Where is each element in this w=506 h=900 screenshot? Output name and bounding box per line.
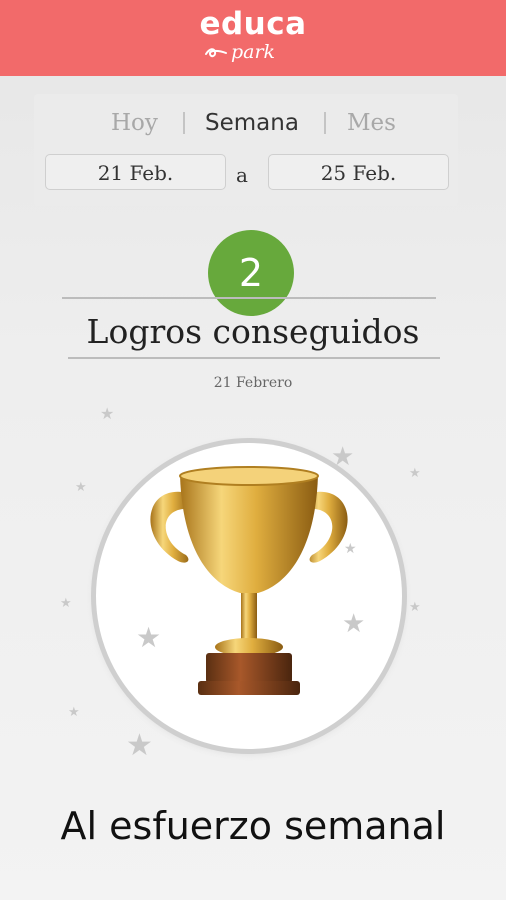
tab-separator — [183, 112, 185, 134]
star-icon: ★ — [409, 600, 421, 615]
title-rule-bottom — [68, 357, 440, 359]
app-logo: educa — [199, 6, 307, 42]
star-icon: ★ — [100, 404, 115, 423]
achievement-caption: Al esfuerzo semanal — [60, 804, 446, 848]
achievement-date: 21 Febrero — [213, 375, 293, 391]
title-rule-top — [62, 297, 436, 299]
date-to-field[interactable]: 25 Feb. — [268, 154, 449, 190]
star-icon: ★ — [60, 596, 72, 611]
achievement-count-badge: 2 — [208, 230, 294, 316]
date-range-connector: a — [236, 163, 248, 187]
tab-mes[interactable]: Mes — [347, 110, 396, 136]
tab-separator — [324, 112, 326, 134]
achievements-title: Logros conseguidos — [86, 312, 420, 351]
app-header: educa park — [0, 0, 506, 76]
tab-hoy[interactable]: Hoy — [111, 110, 158, 136]
tab-semana[interactable]: Semana — [205, 110, 299, 136]
app-logo-sub: park — [230, 41, 276, 63]
star-icon: ★ — [68, 705, 80, 720]
date-from-field[interactable]: 21 Feb. — [45, 154, 226, 190]
trophy-icon — [150, 466, 348, 695]
achievement-medal: ★ ★ ★ ★ — [96, 443, 402, 749]
star-icon: ★ — [409, 466, 421, 481]
star-icon: ★ — [75, 480, 87, 495]
